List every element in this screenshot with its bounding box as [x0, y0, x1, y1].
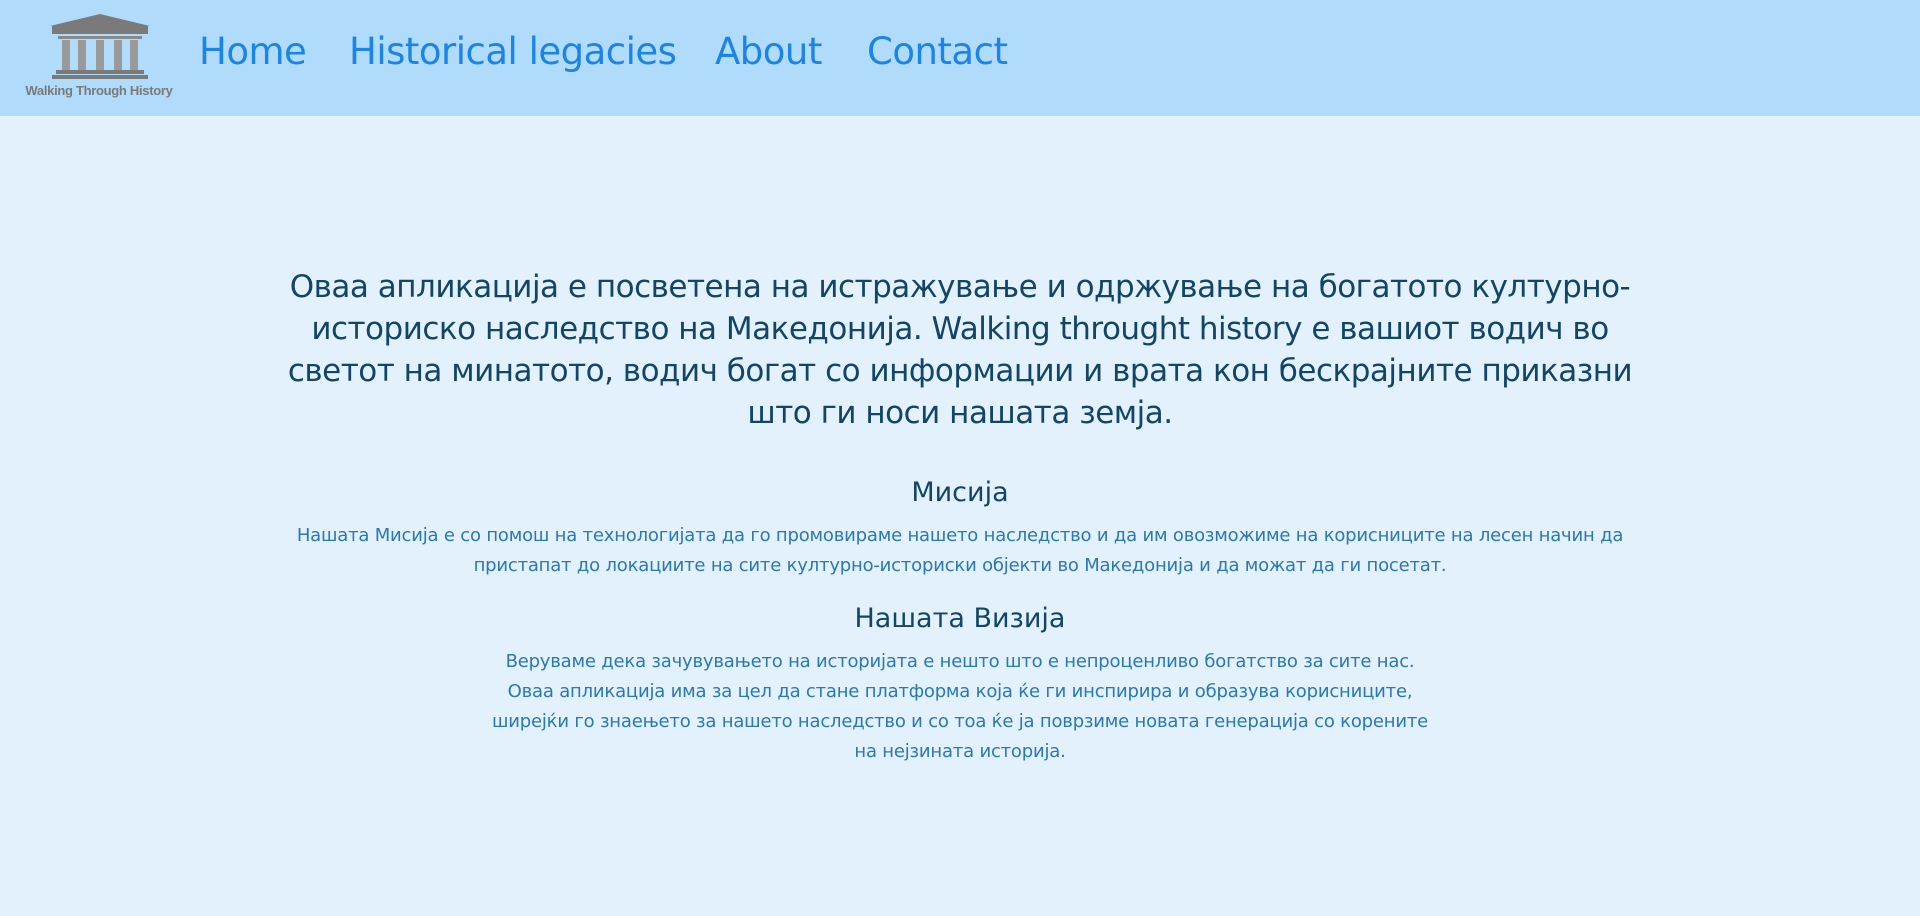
- site-logo[interactable]: Walking Through History: [24, 12, 174, 104]
- vision-line: ширејќи го знаењето за нашето наследство…: [491, 711, 1428, 732]
- intro-line: светот на минатото, водич богат со инфор…: [287, 353, 1633, 389]
- navbar: Walking Through History Home Historical …: [0, 0, 1920, 116]
- vision-text: Веруваме дека зачувувањето на историјата…: [0, 647, 1920, 767]
- mission-line: Нашата Мисија е со помош на технологијат…: [296, 525, 1624, 546]
- intro-line: Оваа апликација е посветена на истражува…: [289, 269, 1631, 305]
- pantheon-columns-icon: [50, 14, 150, 79]
- mission-line: пристапат до локациите на сите културно-…: [473, 555, 1447, 576]
- intro-paragraph: Оваа апликација е посветена на истражува…: [260, 266, 1660, 434]
- mission-heading: Мисија: [911, 477, 1009, 508]
- nav-link-about[interactable]: About: [715, 26, 822, 78]
- vision-line: на нејзината историја.: [854, 741, 1066, 762]
- logo-text: Walking Through History: [25, 83, 173, 98]
- mission-text: Нашата Мисија е со помош на технологијат…: [0, 521, 1920, 581]
- vision-line: Веруваме дека зачувувањето на историјата…: [505, 651, 1415, 672]
- vision-heading: Нашата Визија: [854, 603, 1066, 634]
- nav-link-home[interactable]: Home: [199, 26, 307, 78]
- intro-line: што ги носи нашата земја.: [747, 395, 1173, 431]
- nav-link-contact[interactable]: Contact: [867, 26, 1008, 78]
- vision-line: Оваа апликација има за цел да стане плат…: [507, 681, 1413, 702]
- intro-line: историско наследство на Македонија. Walk…: [311, 311, 1609, 347]
- nav-link-historical-legacies[interactable]: Historical legacies: [349, 26, 677, 78]
